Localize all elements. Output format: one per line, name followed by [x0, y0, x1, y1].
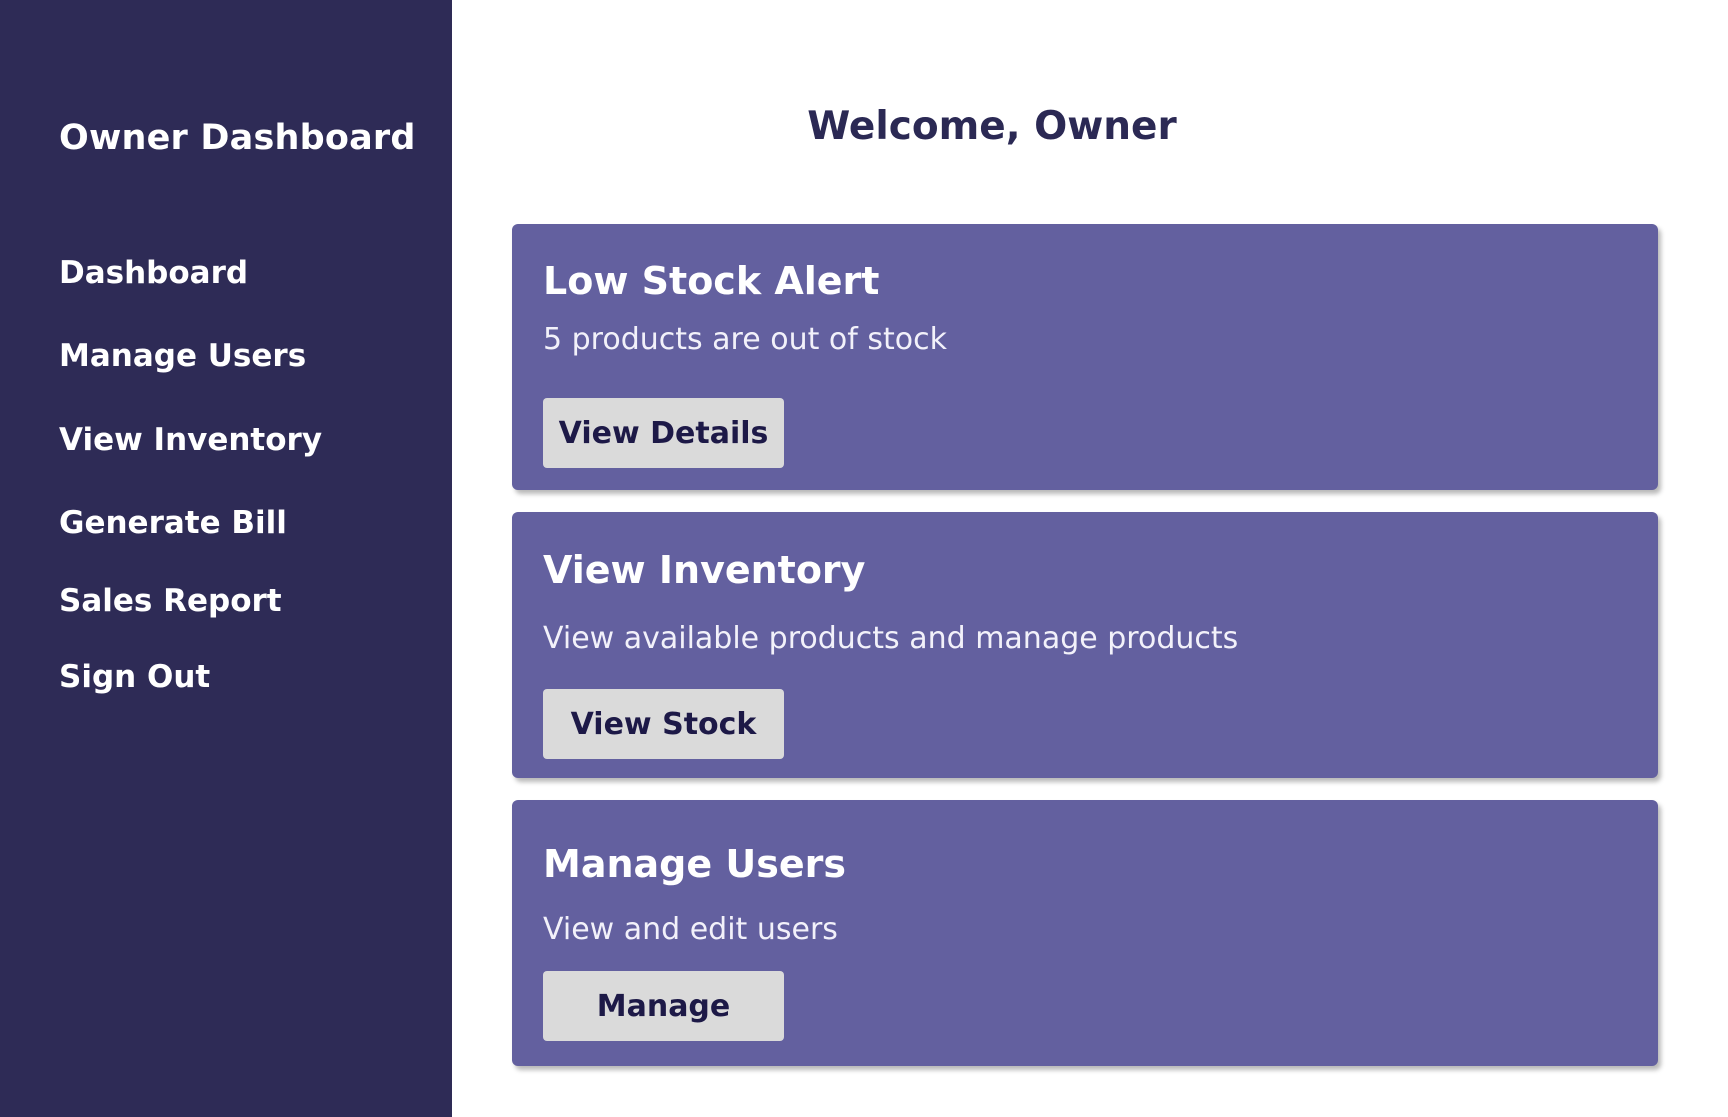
view-details-button[interactable]: View Details: [543, 398, 784, 468]
page-title: Welcome, Owner: [807, 104, 1177, 149]
sidebar: Owner Dashboard Dashboard Manage Users V…: [0, 0, 452, 1117]
card-title: Manage Users: [543, 842, 846, 886]
sidebar-item-manage-users[interactable]: Manage Users: [59, 339, 306, 373]
card-manage-users: Manage Users View and edit users Manage: [512, 800, 1658, 1066]
sidebar-item-generate-bill[interactable]: Generate Bill: [59, 506, 287, 540]
card-low-stock-alert: Low Stock Alert 5 products are out of st…: [512, 224, 1658, 490]
card-title: View Inventory: [543, 548, 866, 592]
card-description: View available products and manage produ…: [543, 621, 1239, 656]
card-title: Low Stock Alert: [543, 259, 880, 303]
sidebar-item-sign-out[interactable]: Sign Out: [59, 660, 210, 694]
card-description: View and edit users: [543, 912, 838, 947]
sidebar-title: Owner Dashboard: [59, 118, 416, 158]
sidebar-item-view-inventory[interactable]: View Inventory: [59, 423, 322, 457]
card-view-inventory: View Inventory View available products a…: [512, 512, 1658, 778]
sidebar-item-dashboard[interactable]: Dashboard: [59, 256, 248, 290]
main-content: Welcome, Owner Low Stock Alert 5 product…: [452, 0, 1728, 1117]
card-description: 5 products are out of stock: [543, 322, 947, 357]
sidebar-item-sales-report[interactable]: Sales Report: [59, 584, 282, 618]
view-stock-button[interactable]: View Stock: [543, 689, 784, 759]
app-window: Owner Dashboard Dashboard Manage Users V…: [0, 0, 1728, 1117]
manage-users-button[interactable]: Manage: [543, 971, 784, 1041]
